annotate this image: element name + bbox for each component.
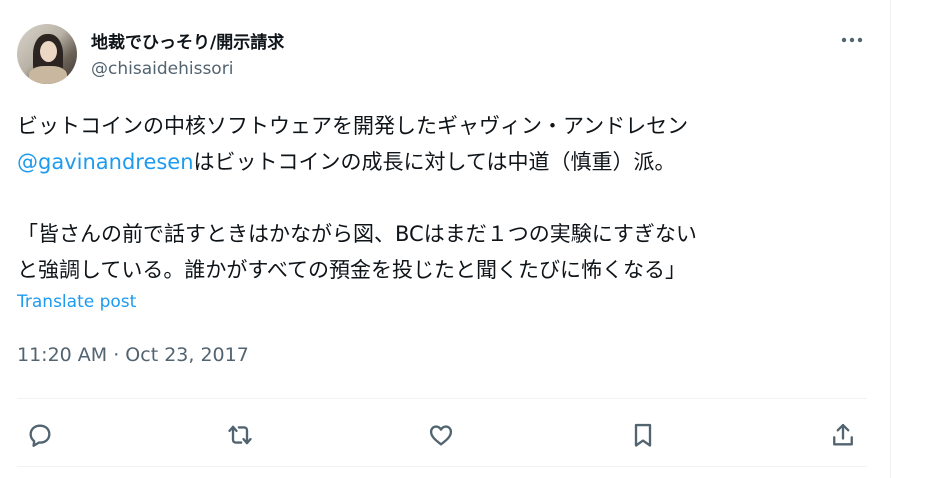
like-button[interactable]: [423, 417, 459, 453]
divider-bottom: [17, 466, 867, 467]
bookmark-icon: [634, 423, 652, 447]
translate-post-link[interactable]: Translate post: [17, 292, 136, 312]
more-options-button[interactable]: [836, 26, 868, 54]
retweet-icon: [228, 425, 252, 445]
mention-link[interactable]: @gavinandresen: [17, 150, 194, 174]
like-icon: [429, 425, 453, 446]
tweet-text: ビットコインの中核ソフトウェアを開発したギャヴィン・アンドレセン @gavina…: [17, 108, 867, 288]
retweet-button[interactable]: [222, 417, 258, 453]
more-dots-icon: [841, 37, 863, 43]
tweet-line-2-text: はビットコインの成長に対しては中道（慎重）派。: [193, 150, 676, 174]
divider-top: [17, 398, 867, 399]
share-button[interactable]: [825, 417, 861, 453]
reply-icon: [29, 424, 51, 447]
bookmark-button[interactable]: [625, 417, 661, 453]
user-handle[interactable]: @chisaidehissori: [91, 59, 233, 79]
tweet-line-3: 「皆さんの前で話すときはかながら図、BCはまだ１つの実験にすぎない: [17, 222, 697, 246]
share-icon: [833, 423, 853, 446]
tweet-line-1: ビットコインの中核ソフトウェアを開発したギャヴィン・アンドレセン: [17, 114, 689, 138]
tweet-line-2: @gavinandresenはビットコインの成長に対しては中道（慎重）派。: [17, 144, 867, 180]
column-divider: [890, 0, 891, 478]
avatar-face: [40, 41, 57, 62]
reply-button[interactable]: [22, 417, 58, 453]
display-name[interactable]: 地裁でひっそり/開示請求: [91, 28, 284, 53]
avatar-body: [29, 66, 67, 84]
tweet-timestamp[interactable]: 11:20 AM · Oct 23, 2017: [17, 344, 249, 366]
avatar[interactable]: [17, 24, 77, 84]
tweet-line-4: と強調している。誰かがすべての預金を投じたと聞くたびに怖くなる」: [17, 258, 687, 282]
